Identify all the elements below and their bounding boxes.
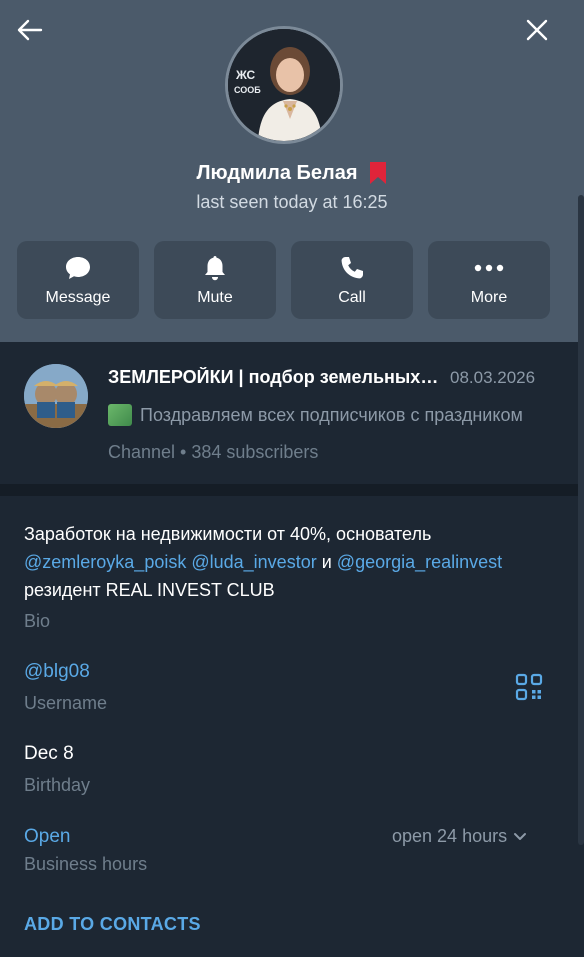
name-row: Людмила Белая: [0, 158, 584, 188]
call-button[interactable]: Call: [291, 241, 413, 319]
scrollbar[interactable]: [578, 0, 584, 957]
chevron-down-icon: [514, 832, 527, 840]
channel-message-text: Поздравляем всех подписчиков с празднико…: [140, 404, 523, 425]
personal-channel-card[interactable]: ЗЕМЛЕРОЙКИ | подбор земельных участков 0…: [0, 342, 578, 484]
avatar-photo: ЖС СООБ: [228, 29, 340, 141]
action-buttons: Message Mute Call More: [17, 241, 550, 319]
profile-name: Людмила Белая: [196, 161, 358, 184]
svg-text:СООБ: СООБ: [234, 85, 261, 95]
birthday-label: Birthday: [24, 775, 91, 795]
last-seen-status: last seen today at 16:25: [196, 192, 388, 212]
scrollbar-thumb[interactable]: [578, 195, 584, 845]
message-icon: [66, 257, 90, 279]
message-thumbnail: [108, 404, 132, 426]
bio-text: Заработок на недвижимости от 40%, основа…: [24, 520, 554, 604]
bio-link-luda[interactable]: @luda_investor: [191, 552, 316, 572]
bell-icon: [205, 256, 225, 281]
more-label: More: [470, 289, 508, 306]
mute-label: Mute: [197, 289, 233, 306]
bio-link-georgia[interactable]: @georgia_realinvest: [337, 552, 502, 572]
username-label: Username: [24, 693, 108, 713]
bio-section: Заработок на недвижимости от 40%, основа…: [24, 520, 554, 604]
qr-code-button[interactable]: [515, 673, 543, 701]
bio-line-3: резидент REAL INVEST CLUB: [24, 580, 275, 600]
profile-header: ЖС СООБ Людмила Белая last seen today at…: [0, 0, 584, 342]
bookmark-icon: [369, 162, 386, 184]
qr-code-icon: [515, 673, 543, 701]
message-button[interactable]: Message: [17, 241, 139, 319]
svg-text:ЖС: ЖС: [235, 68, 256, 82]
channel-subscribers: Channel • 384 subscribers: [108, 442, 319, 462]
arrow-left-icon: [17, 19, 43, 41]
add-to-contacts-button[interactable]: ADD TO CONTACTS: [24, 914, 201, 935]
bio-label: Bio: [24, 611, 51, 631]
back-button[interactable]: [14, 14, 46, 46]
bio-line-1: Заработок на недвижимости от 40%, основа…: [24, 524, 432, 544]
close-icon: [526, 19, 548, 41]
more-button[interactable]: More: [428, 241, 550, 319]
business-hours-toggle[interactable]: open 24 hours: [392, 826, 527, 847]
profile-avatar[interactable]: ЖС СООБ: [225, 26, 343, 144]
business-hours-value[interactable]: Open: [24, 826, 70, 848]
bio-conjunction: и: [321, 552, 332, 572]
username-value[interactable]: @blg08: [24, 661, 90, 683]
section-divider: [0, 484, 578, 496]
channel-avatar-image: [24, 364, 88, 428]
phone-icon: [341, 257, 363, 279]
channel-date: 08.03.2026: [450, 368, 536, 387]
mute-button[interactable]: Mute: [154, 241, 276, 319]
birthday-value: Dec 8: [24, 743, 74, 764]
message-label: Message: [45, 289, 111, 306]
business-hours-status: open 24 hours: [392, 826, 508, 846]
business-hours-label: Business hours: [24, 854, 148, 874]
call-label: Call: [338, 289, 366, 306]
channel-title: ЗЕМЛЕРОЙКИ | подбор земельных участков: [108, 367, 442, 387]
more-icon: [474, 264, 504, 272]
bio-link-zemleroyka[interactable]: @zemleroyka_poisk: [24, 552, 186, 572]
close-button[interactable]: [521, 14, 553, 46]
channel-last-message: Поздравляем всех подписчиков с празднико…: [108, 404, 548, 426]
channel-avatar: [24, 364, 88, 428]
